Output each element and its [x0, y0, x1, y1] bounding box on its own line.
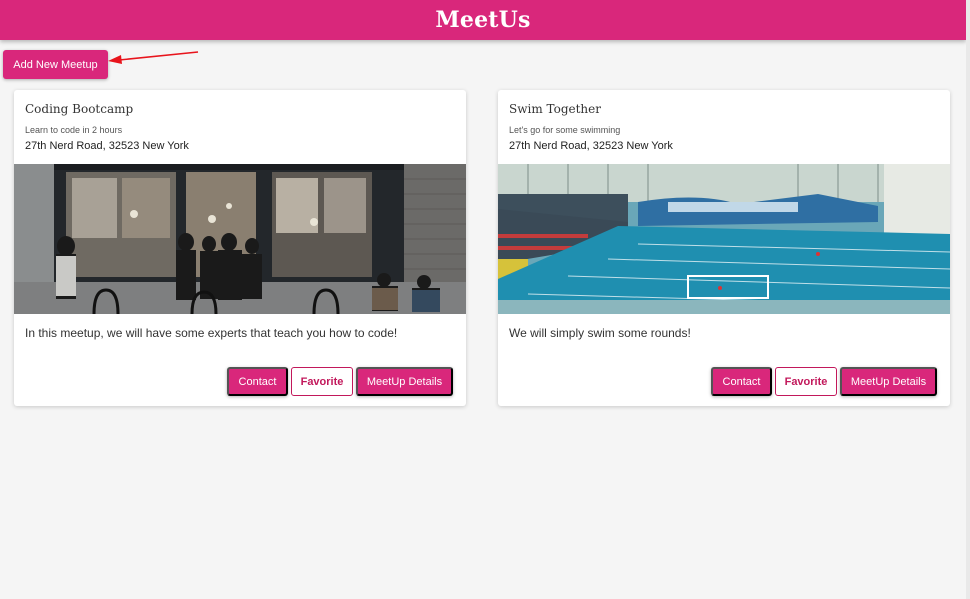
meetup-title: Swim Together	[509, 102, 601, 116]
meetup-subtitle: Learn to code in 2 hours	[25, 125, 123, 135]
meetup-description: In this meetup, we will have some expert…	[25, 326, 398, 340]
window-edge	[966, 0, 970, 599]
meetup-description: We will simply swim some rounds!	[509, 326, 691, 340]
meetup-address: 27th Nerd Road, 32523 New York	[25, 140, 189, 152]
meetup-card: Swim Together Let's go for some swimming…	[498, 90, 950, 406]
cafe-storefront-photo	[14, 164, 466, 314]
meetup-card: Coding Bootcamp Learn to code in 2 hours…	[14, 90, 466, 406]
annotation-arrow-icon	[108, 51, 199, 64]
app-header: MeetUs	[0, 0, 966, 40]
contact-button[interactable]: Contact	[227, 367, 288, 396]
favorite-button[interactable]: Favorite	[775, 367, 837, 396]
contact-button[interactable]: Contact	[711, 367, 772, 396]
meetup-image	[14, 164, 466, 314]
meetup-details-button[interactable]: MeetUp Details	[840, 367, 937, 396]
favorite-button[interactable]: Favorite	[291, 367, 353, 396]
swimming-pool-photo	[498, 164, 950, 314]
meetup-subtitle: Let's go for some swimming	[509, 125, 621, 135]
meetup-image	[498, 164, 950, 314]
app-title: MeetUs	[435, 7, 531, 33]
add-meetup-button[interactable]: Add New Meetup	[3, 50, 108, 79]
meetup-address: 27th Nerd Road, 32523 New York	[509, 140, 673, 152]
meetup-details-button[interactable]: MeetUp Details	[356, 367, 453, 396]
meetup-title: Coding Bootcamp	[25, 102, 134, 116]
